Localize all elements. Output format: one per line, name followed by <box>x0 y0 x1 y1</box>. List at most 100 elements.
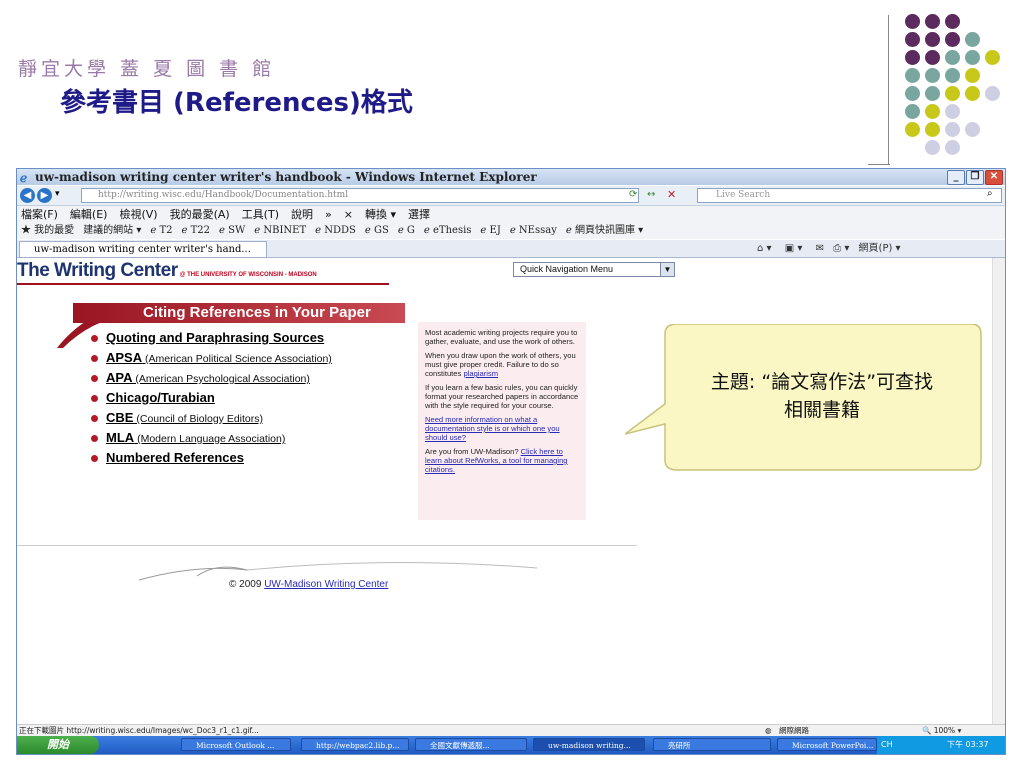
vertical-scrollbar[interactable] <box>992 258 1005 724</box>
writing-center-logo[interactable]: The Writing Center @ THE UNIVERSITY OF WI… <box>17 260 317 282</box>
documentation-style-link[interactable]: Need more information on what a document… <box>425 415 560 442</box>
decor-dot <box>905 104 920 119</box>
callout-text: 主題: “論文寫作法”可查找 相關書籍 <box>710 371 934 421</box>
favorite-link[interactable]: ℯ EJ <box>480 225 500 236</box>
favorite-link[interactable]: ℯ SW <box>219 225 245 236</box>
favorite-link[interactable]: ℯ NEssay <box>510 225 557 236</box>
divider-horizontal <box>868 164 890 165</box>
side-paragraph-2: When you draw upon the work of others, y… <box>425 351 576 378</box>
reference-link[interactable]: MLA (Modern Language Association) <box>106 430 285 445</box>
window-title: uw-madison writing center writer's handb… <box>35 170 537 184</box>
menu-item[interactable]: 檔案(F) <box>21 208 58 221</box>
menu-bar: 檔案(F) 編輯(E) 檢視(V) 我的最愛(A) 工具(T) 說明 » × 轉換 ▾ 選擇 <box>17 206 1005 223</box>
decor-dot <box>965 50 980 65</box>
stop-icon[interactable]: ✕ <box>667 188 676 201</box>
favorite-link[interactable]: ℯ GS <box>365 225 389 236</box>
decor-dot <box>905 68 920 83</box>
favorite-link[interactable]: ℯ G <box>398 225 415 236</box>
menu-item[interactable]: × <box>344 208 353 221</box>
logo-underline <box>17 283 389 285</box>
menu-item[interactable]: 工具(T) <box>242 208 279 221</box>
quick-navigation-select[interactable]: Quick Navigation Menu ▼ <box>513 262 675 277</box>
menu-item[interactable]: 轉換 ▾ <box>365 208 396 221</box>
reference-link[interactable]: Numbered References <box>106 450 244 465</box>
plagiarism-link[interactable]: plagiarism <box>463 369 498 378</box>
start-button[interactable]: 開始 <box>17 736 99 754</box>
menu-item[interactable]: » <box>325 208 332 221</box>
taskbar-task[interactable]: uw-madison writing... <box>533 738 645 751</box>
home-icon[interactable]: ⌂ ▾ <box>757 243 772 254</box>
library-logo: 靜宜大學 蓋 夏 圖 書 館 <box>18 58 276 80</box>
favorite-link[interactable]: 建議的網站 ▾ <box>83 225 141 236</box>
writing-center-link[interactable]: UW-Madison Writing Center <box>264 579 388 590</box>
reference-link[interactable]: CBE (Council of Biology Editors) <box>106 410 263 425</box>
taskbar-task[interactable]: Microsoft Outlook ... <box>181 738 291 751</box>
reference-description: (Council of Biology Editors) <box>133 413 264 425</box>
menu-item[interactable]: 選擇 <box>408 208 430 221</box>
mail-icon[interactable]: ✉ <box>816 243 824 254</box>
taskbar-task[interactable]: http://webpac2.lib.p... <box>301 738 409 751</box>
search-input[interactable]: Live Search <box>697 188 1002 203</box>
page-menu[interactable]: 網頁(P) ▾ <box>859 243 901 254</box>
decor-dot <box>905 86 920 101</box>
dropdown-icon[interactable]: ▾ <box>55 189 60 199</box>
ime-indicator[interactable]: CH <box>881 736 893 754</box>
favorite-link[interactable]: ℯ NDDS <box>315 225 356 236</box>
url-input[interactable]: http://writing.wisc.edu/Handbook/Documen… <box>81 188 639 203</box>
reference-link[interactable]: APA (American Psychological Association) <box>106 370 310 385</box>
copyright: © 2009 UW-Madison Writing Center <box>229 579 389 590</box>
menu-item[interactable]: 我的最愛(A) <box>170 208 230 221</box>
reference-link[interactable]: APSA (American Political Science Associa… <box>106 350 332 365</box>
decor-dot <box>985 86 1000 101</box>
back-button[interactable]: ◀ <box>20 188 35 203</box>
forward-button[interactable]: ▶ <box>37 188 52 203</box>
decor-dot <box>945 68 960 83</box>
taskbar-task[interactable]: Microsoft PowerPoi... <box>777 738 877 751</box>
close-button[interactable]: ✕ <box>985 170 1003 185</box>
title-bar: ℯ uw-madison writing center writer's han… <box>17 169 1005 185</box>
print-icon[interactable]: ⎙ ▾ <box>833 243 849 254</box>
decor-dot <box>925 140 940 155</box>
decor-dot <box>965 86 980 101</box>
taskbar-task[interactable]: 全國文獻傳遞服... <box>415 738 527 751</box>
feeds-icon[interactable]: ▣ ▾ <box>785 243 803 254</box>
reference-description: (American Psychological Association) <box>132 373 310 385</box>
minimize-button[interactable]: _ <box>947 170 965 185</box>
tab-bar: uw-madison writing center writer's hand.… <box>17 240 1005 258</box>
favorite-link[interactable]: ℯ NBINET <box>254 225 306 236</box>
side-paragraph-4: Are you from UW-Madison? Click here to l… <box>425 447 568 474</box>
info-sidebar: Most academic writing projects require y… <box>418 322 586 520</box>
slide-title: 參考書目 (References)格式 <box>60 88 413 118</box>
decor-dot <box>925 122 940 137</box>
reference-link[interactable]: Quoting and Paraphrasing Sources <box>106 330 324 345</box>
favorite-link[interactable]: ℯ T2 <box>150 225 172 236</box>
divider-vertical <box>888 15 889 165</box>
reference-link[interactable]: Chicago/Turabian <box>106 390 215 405</box>
decor-dot <box>925 14 940 29</box>
decor-dot <box>905 14 920 29</box>
tab-current[interactable]: uw-madison writing center writer's hand.… <box>19 241 267 258</box>
bullet-icon <box>91 455 98 462</box>
taskbar-task[interactable]: 亮研所 <box>653 738 771 751</box>
go-icon[interactable]: ↔ <box>647 189 655 200</box>
refresh-icon[interactable]: ⟳ <box>629 189 637 200</box>
decor-dot <box>945 14 960 29</box>
favorite-link[interactable]: ℯ 網頁快訊圖庫 ▾ <box>566 225 643 236</box>
menu-item[interactable]: 編輯(E) <box>70 208 108 221</box>
decor-dot <box>965 122 980 137</box>
decor-dot <box>985 50 1000 65</box>
citing-banner: Citing References in Your Paper <box>73 303 405 323</box>
restore-button[interactable]: ❐ <box>966 170 984 185</box>
decor-dot <box>925 50 940 65</box>
decorative-dot-grid <box>905 14 1015 164</box>
favorites-button[interactable]: ★ 我的最愛 <box>21 225 74 236</box>
decor-dot <box>925 86 940 101</box>
menu-item[interactable]: 檢視(V) <box>119 208 157 221</box>
decor-dot <box>905 32 920 47</box>
search-icon[interactable]: ⌕ <box>987 188 993 199</box>
reference-description: (American Political Science Association) <box>142 353 332 365</box>
favorite-link[interactable]: ℯ eThesis <box>424 225 472 236</box>
menu-item[interactable]: 說明 <box>291 208 313 221</box>
favorite-link[interactable]: ℯ T22 <box>182 225 211 236</box>
decor-dot <box>925 32 940 47</box>
